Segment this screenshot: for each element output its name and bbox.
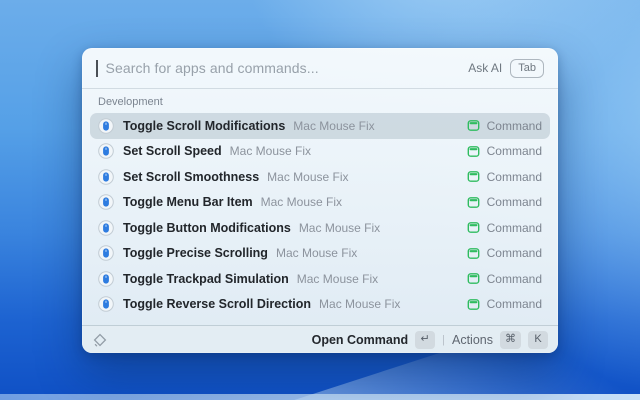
command-title: Toggle Button Modifications bbox=[123, 221, 291, 235]
raycast-logo-icon bbox=[92, 332, 108, 348]
command-accessory: Command bbox=[467, 246, 542, 260]
search-bar[interactable]: Search for apps and commands... Ask AI T… bbox=[82, 48, 558, 89]
footer-bar: Open Command ↵ | Actions ⌘ K bbox=[82, 325, 558, 353]
command-accessory: Command bbox=[467, 119, 542, 133]
command-type-label: Command bbox=[487, 272, 542, 286]
list-item[interactable]: Toggle Scroll Modifications Mac Mouse Fi… bbox=[90, 113, 550, 139]
command-subtitle: Mac Mouse Fix bbox=[261, 195, 342, 209]
open-command-label: Open Command bbox=[312, 333, 409, 347]
command-type-label: Command bbox=[487, 297, 542, 311]
command-accessory: Command bbox=[467, 272, 542, 286]
command-type-label: Command bbox=[487, 119, 542, 133]
mac-mouse-fix-app-icon bbox=[98, 271, 114, 287]
list-item[interactable]: Set Scroll Speed Mac Mouse Fix Command bbox=[90, 139, 550, 165]
command-type-label: Command bbox=[487, 195, 542, 209]
section-header-favorites: Favorites bbox=[90, 317, 550, 325]
command-title: Toggle Menu Bar Item bbox=[123, 195, 253, 209]
list-item[interactable]: Toggle Menu Bar Item Mac Mouse Fix Comma… bbox=[90, 190, 550, 216]
k-key-badge: K bbox=[528, 331, 548, 349]
command-title: Toggle Precise Scrolling bbox=[123, 246, 268, 260]
command-accessory: Command bbox=[467, 221, 542, 235]
open-command-button[interactable]: Open Command ↵ bbox=[312, 331, 436, 349]
mac-mouse-fix-app-icon bbox=[98, 169, 114, 185]
launcher-window: Search for apps and commands... Ask AI T… bbox=[82, 48, 558, 353]
desktop-wallpaper: Search for apps and commands... Ask AI T… bbox=[0, 0, 640, 400]
list-item[interactable]: Toggle Reverse Scroll Direction Mac Mous… bbox=[90, 292, 550, 318]
command-title: Toggle Reverse Scroll Direction bbox=[123, 297, 311, 311]
command-subtitle: Mac Mouse Fix bbox=[297, 272, 378, 286]
command-accessory: Command bbox=[467, 195, 542, 209]
mac-mouse-fix-app-icon bbox=[98, 245, 114, 261]
wallpaper-bottom-strip bbox=[0, 394, 640, 400]
command-subtitle: Mac Mouse Fix bbox=[267, 170, 348, 184]
command-list: Development Toggle Scroll Modifications … bbox=[82, 89, 558, 325]
command-type-label: Command bbox=[487, 144, 542, 158]
command-accessory: Command bbox=[467, 170, 542, 184]
mac-mouse-fix-app-icon bbox=[98, 118, 114, 134]
command-subtitle: Mac Mouse Fix bbox=[299, 221, 380, 235]
command-title: Set Scroll Speed bbox=[123, 144, 222, 158]
command-type-icon bbox=[467, 119, 480, 132]
command-type-label: Command bbox=[487, 170, 542, 184]
actions-button[interactable]: Actions ⌘ K bbox=[452, 331, 548, 349]
command-subtitle: Mac Mouse Fix bbox=[319, 297, 400, 311]
return-key-badge: ↵ bbox=[415, 331, 435, 349]
command-type-label: Command bbox=[487, 246, 542, 260]
command-title: Toggle Scroll Modifications bbox=[123, 119, 285, 133]
command-subtitle: Mac Mouse Fix bbox=[230, 144, 311, 158]
search-input[interactable]: Search for apps and commands... bbox=[106, 60, 461, 76]
mac-mouse-fix-app-icon bbox=[98, 143, 114, 159]
text-caret bbox=[96, 60, 98, 77]
command-type-icon bbox=[467, 298, 480, 311]
section-header-development: Development bbox=[90, 89, 550, 113]
command-title: Set Scroll Smoothness bbox=[123, 170, 259, 184]
mac-mouse-fix-app-icon bbox=[98, 220, 114, 236]
command-subtitle: Mac Mouse Fix bbox=[276, 246, 357, 260]
command-accessory: Command bbox=[467, 297, 542, 311]
command-type-label: Command bbox=[487, 221, 542, 235]
cmd-key-badge: ⌘ bbox=[500, 331, 521, 349]
command-type-icon bbox=[467, 272, 480, 285]
command-subtitle: Mac Mouse Fix bbox=[293, 119, 374, 133]
mac-mouse-fix-app-icon bbox=[98, 296, 114, 312]
mac-mouse-fix-app-icon bbox=[98, 194, 114, 210]
command-type-icon bbox=[467, 247, 480, 260]
command-type-icon bbox=[467, 196, 480, 209]
section-rows: Toggle Scroll Modifications Mac Mouse Fi… bbox=[90, 113, 550, 317]
ask-ai-label: Ask AI bbox=[468, 61, 502, 75]
command-type-icon bbox=[467, 170, 480, 183]
list-item[interactable]: Toggle Precise Scrolling Mac Mouse Fix C… bbox=[90, 241, 550, 267]
command-accessory: Command bbox=[467, 144, 542, 158]
tab-key-badge[interactable]: Tab bbox=[510, 59, 544, 78]
command-type-icon bbox=[467, 221, 480, 234]
list-item[interactable]: Set Scroll Smoothness Mac Mouse Fix Comm… bbox=[90, 164, 550, 190]
list-item[interactable]: Toggle Trackpad Simulation Mac Mouse Fix… bbox=[90, 266, 550, 292]
footer-divider: | bbox=[442, 334, 445, 346]
list-item[interactable]: Toggle Button Modifications Mac Mouse Fi… bbox=[90, 215, 550, 241]
actions-label: Actions bbox=[452, 333, 493, 347]
command-type-icon bbox=[467, 145, 480, 158]
command-title: Toggle Trackpad Simulation bbox=[123, 272, 289, 286]
